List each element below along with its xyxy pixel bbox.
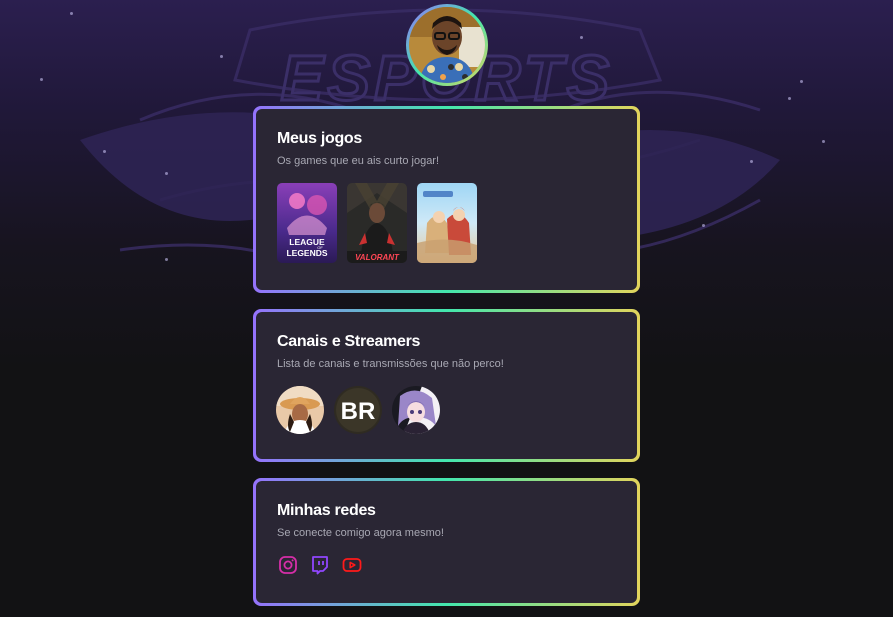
star	[580, 36, 583, 39]
star	[165, 258, 168, 261]
streamer-2-logo: BR	[341, 398, 376, 425]
youtube-icon	[342, 558, 362, 572]
profile-avatar-ring	[406, 4, 488, 86]
socials-card-title: Minhas redes	[277, 502, 376, 519]
twitch-icon	[312, 556, 328, 575]
channels-card: Canais e Streamers Lista de canais e tra…	[253, 309, 640, 462]
games-card: Meus jogos Os games que eu ais curto jog…	[253, 106, 640, 293]
socials-card-inner: Minhas redes Se conecte comigo agora mes…	[256, 481, 637, 603]
star	[788, 97, 791, 100]
channels-card-inner: Canais e Streamers Lista de canais e tra…	[256, 312, 637, 459]
streamer-1-avatar-icon	[276, 386, 324, 434]
games-card-title: Meus jogos	[277, 130, 363, 147]
channel-avatar-2[interactable]: BR	[334, 386, 382, 434]
star	[702, 224, 705, 227]
socials-list	[278, 555, 362, 575]
streamer-2-avatar-icon: BR	[334, 386, 382, 434]
anime-rpg-cover-icon	[417, 183, 477, 263]
games-card-inner: Meus jogos Os games que eu ais curto jog…	[256, 109, 637, 290]
channels-card-subtitle: Lista de canais e transmissões que não p…	[277, 358, 504, 370]
instagram-link[interactable]	[278, 555, 298, 575]
star	[40, 78, 43, 81]
twitch-link[interactable]	[310, 555, 330, 575]
channels-card-title: Canais e Streamers	[277, 333, 421, 350]
game-valorant[interactable]: VALORANT	[347, 183, 407, 263]
star	[750, 160, 753, 163]
socials-card: Minhas redes Se conecte comigo agora mes…	[253, 478, 640, 606]
valorant-cover-icon: VALORANT	[347, 183, 407, 263]
channel-avatar-1[interactable]	[276, 386, 324, 434]
channel-avatar-3[interactable]	[392, 386, 440, 434]
valorant-logo: VALORANT	[355, 253, 400, 262]
avatar	[409, 7, 485, 83]
game-league-of-legends[interactable]: LEAGUE OF LEGENDS	[277, 183, 337, 263]
streamer-3-avatar-icon	[392, 386, 440, 434]
star	[103, 150, 106, 153]
game-anime-rpg[interactable]	[417, 183, 477, 263]
league-of-legends-cover-icon: LEAGUE OF LEGENDS	[277, 183, 337, 263]
youtube-link[interactable]	[342, 555, 362, 575]
instagram-icon	[279, 556, 297, 574]
games-list: LEAGUE OF LEGENDS VALORANT	[277, 183, 477, 263]
star	[165, 172, 168, 175]
socials-card-subtitle: Se conecte comigo agora mesmo!	[277, 527, 444, 539]
channels-list: BR	[276, 386, 440, 434]
profile-photo-icon	[409, 7, 485, 83]
star	[822, 140, 825, 143]
page: ESPORTS	[0, 0, 893, 617]
lol-logo-line2: LEGENDS	[286, 248, 327, 258]
star	[70, 12, 73, 15]
star	[220, 55, 223, 58]
games-card-subtitle: Os games que eu ais curto jogar!	[277, 155, 440, 167]
star	[800, 80, 803, 83]
